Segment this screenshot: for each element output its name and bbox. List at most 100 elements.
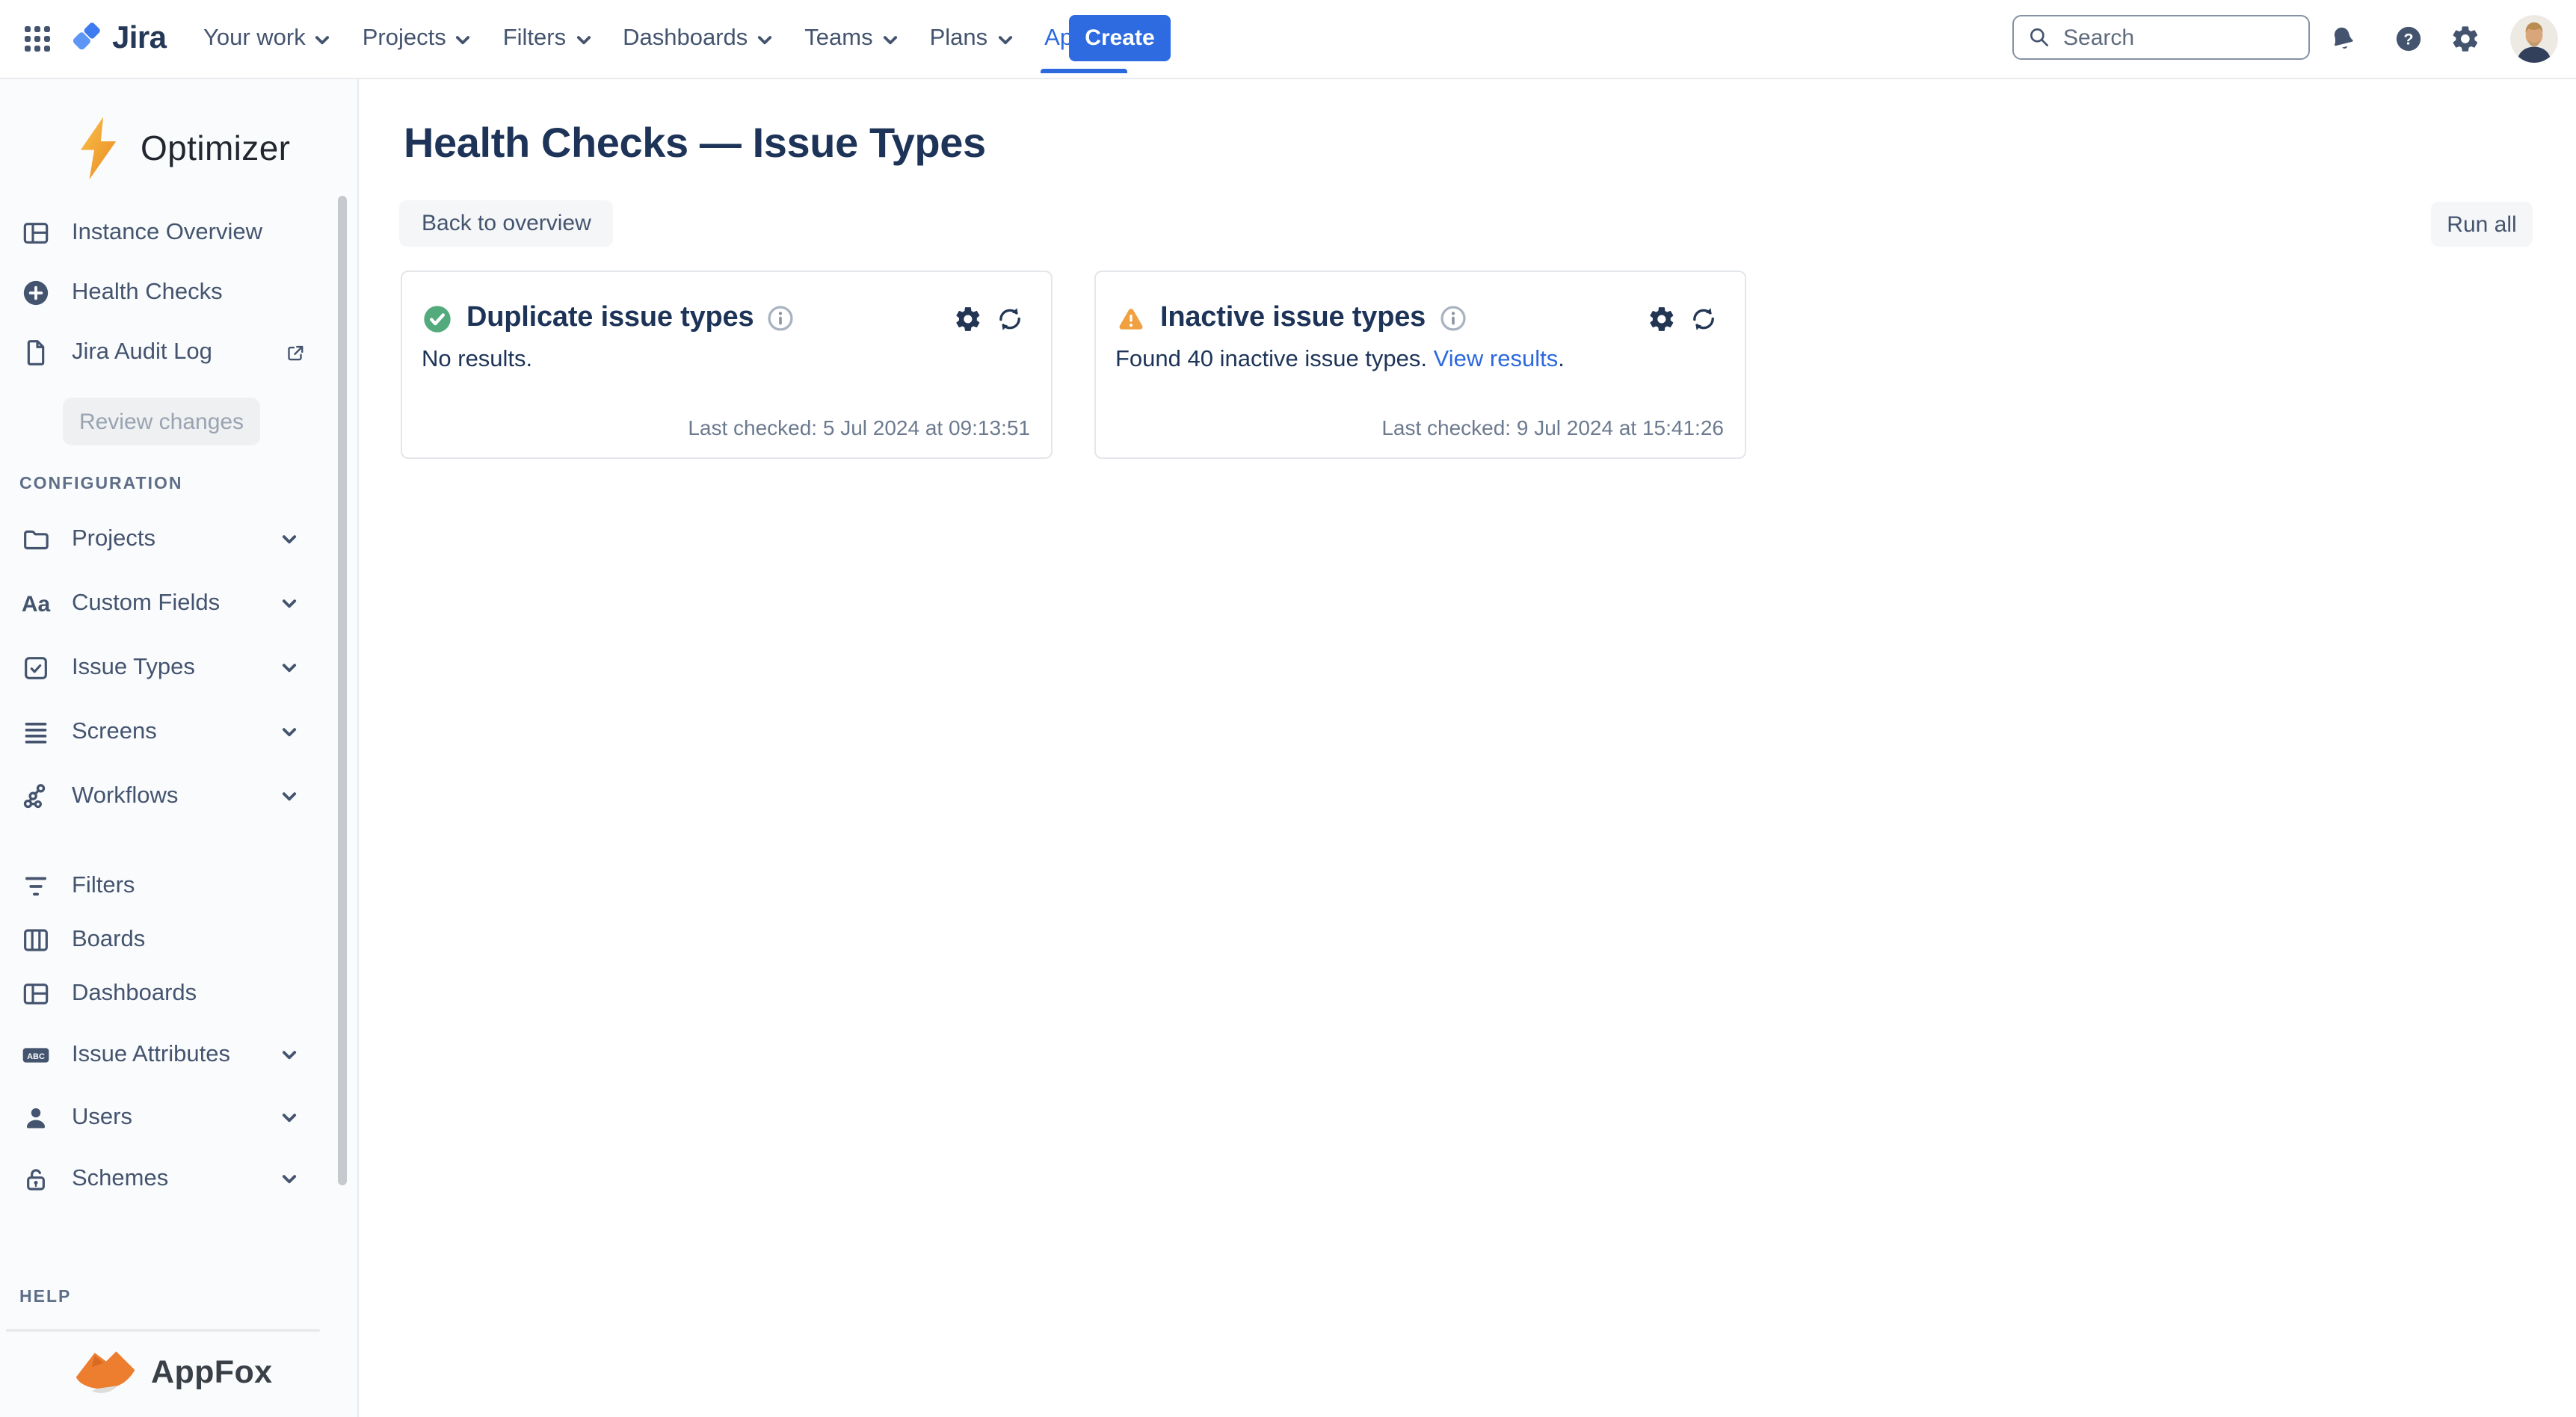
chevron-down-icon (281, 534, 298, 546)
page-title: Health Checks — Issue Types (404, 120, 986, 167)
chevron-down-icon (281, 791, 298, 803)
sidebar-item-filters[interactable]: Filters (0, 858, 321, 913)
sidebar-item-label: Screens (72, 719, 157, 746)
last-checked-timestamp: Last checked: 5 Jul 2024 at 09:13:51 (688, 416, 1030, 439)
review-changes-button[interactable]: Review changes (63, 398, 260, 445)
optimizer-logo-text: Optimizer (141, 129, 290, 169)
sidebar-item-workflows[interactable]: Workflows (0, 767, 321, 827)
global-search (2012, 15, 2310, 60)
nav-item-label: Your work (203, 25, 306, 52)
help-section-heading: HELP (19, 1288, 71, 1306)
settings-gear-icon[interactable] (2450, 24, 2480, 54)
back-to-overview-button[interactable]: Back to overview (399, 200, 614, 247)
chevron-down-icon (281, 1173, 298, 1185)
sidebar-item-schemes[interactable]: Schemes (0, 1149, 321, 1209)
configuration-section-heading: CONFIGURATION (19, 475, 183, 493)
layout-panel-icon (21, 218, 51, 248)
sidebar-item-label: Projects (72, 526, 155, 553)
sidebar-item-screens[interactable]: Screens (0, 703, 321, 762)
unlock-icon (21, 1164, 51, 1194)
health-check-cards: Duplicate issue types No results. Last c… (401, 271, 1746, 459)
filter-icon (21, 871, 51, 901)
nav-item-teams[interactable]: Teams (804, 25, 898, 52)
card-rerun-refresh-icon[interactable] (1689, 304, 1718, 333)
app-switcher-icon[interactable] (24, 25, 51, 52)
notifications-bell-icon[interactable] (2328, 24, 2358, 54)
sidebar-item-boards[interactable]: Boards (0, 912, 321, 967)
user-avatar[interactable] (2510, 15, 2558, 63)
sidebar-item-label: Schemes (72, 1166, 168, 1193)
sidebar-item-label: Jira Audit Log (72, 339, 212, 366)
jira-logo[interactable]: Jira (69, 21, 166, 57)
folder-icon (21, 525, 51, 555)
last-checked-timestamp: Last checked: 9 Jul 2024 at 15:41:26 (1381, 416, 1724, 439)
nav-item-plans[interactable]: Plans (930, 25, 1014, 52)
sidebar-item-label: Health Checks (72, 280, 223, 306)
sidebar-item-issue-types[interactable]: Issue Types (0, 638, 321, 698)
nav-item-label: Plans (930, 25, 988, 52)
sidebar-item-label: Filters (72, 872, 135, 899)
columns-icon (21, 924, 51, 954)
sidebar-item-label: Users (72, 1105, 132, 1132)
result-text-suffix: . (1558, 347, 1565, 372)
nav-item-filters[interactable]: Filters (503, 25, 591, 52)
layout-panel-icon (21, 978, 51, 1008)
view-results-link[interactable]: View results (1434, 347, 1559, 372)
chevron-down-icon (575, 34, 591, 46)
info-icon[interactable] (767, 305, 794, 332)
chevron-down-icon (281, 726, 298, 738)
chevron-down-icon (882, 34, 899, 46)
chevron-down-icon (281, 662, 298, 674)
main-content: Health Checks — Issue Types Back to over… (359, 79, 2576, 1417)
sidebar-item-projects[interactable]: Projects (0, 510, 321, 569)
jira-logo-icon (69, 22, 102, 55)
external-link-icon (284, 342, 306, 364)
sidebar-item-label: Boards (72, 926, 145, 953)
sidebar-item-users[interactable]: Users (0, 1088, 321, 1148)
run-all-button[interactable]: Run all (2431, 202, 2533, 247)
sidebar-scrollbar[interactable] (338, 196, 347, 1185)
sidebar-item-dashboards[interactable]: Dashboards (0, 966, 321, 1021)
sidebar-item-issue-attributes[interactable]: ABC Issue Attributes (0, 1025, 321, 1085)
sidebar-item-jira-audit-log[interactable]: Jira Audit Log (0, 323, 321, 383)
nav-item-label: Teams (804, 25, 872, 52)
health-check-card-duplicate-issue-types: Duplicate issue types No results. Last c… (401, 271, 1053, 459)
chevron-down-icon (281, 598, 298, 610)
checkbox-icon (21, 653, 51, 683)
chevron-down-icon (996, 34, 1013, 46)
sidebar-item-custom-fields[interactable]: Aa Custom Fields (0, 574, 321, 634)
search-input[interactable] (2012, 15, 2310, 60)
abc-badge-icon: ABC (21, 1040, 51, 1070)
card-settings-gear-icon[interactable] (1648, 304, 1676, 333)
card-settings-gear-icon[interactable] (954, 304, 982, 333)
card-header: Duplicate issue types (423, 302, 1024, 335)
nav-item-label: Filters (503, 25, 566, 52)
sidebar-item-instance-overview[interactable]: Instance Overview (0, 203, 321, 263)
nav-item-dashboards[interactable]: Dashboards (623, 25, 773, 52)
lightning-bolt-icon (73, 115, 123, 182)
nav-item-label: Projects (363, 25, 446, 52)
sidebar-item-health-checks[interactable]: Health Checks (0, 263, 321, 323)
svg-text:ABC: ABC (27, 1052, 45, 1061)
chevron-down-icon (281, 1112, 298, 1124)
nav-item-your-work[interactable]: Your work (203, 25, 331, 52)
appfox-logo-text: AppFox (151, 1353, 272, 1391)
sidebar-divider (6, 1329, 320, 1332)
rows-icon (21, 717, 51, 747)
optimizer-sidebar: Optimizer Instance Overview Health Check… (0, 79, 359, 1417)
app-window: Jira Your work Projects Filters Dashboar… (0, 0, 2576, 1417)
info-icon[interactable] (1439, 305, 1466, 332)
sidebar-item-label: Issue Attributes (72, 1042, 230, 1069)
help-icon[interactable]: ? (2394, 24, 2424, 54)
workflow-icon (21, 782, 51, 812)
sidebar-item-label: Instance Overview (72, 220, 262, 247)
person-icon (21, 1103, 51, 1133)
text-style-icon: Aa (19, 591, 52, 617)
appfox-logo: AppFox (72, 1342, 272, 1402)
sidebar-item-label: Custom Fields (72, 590, 220, 617)
nav-item-projects[interactable]: Projects (363, 25, 472, 52)
create-button[interactable]: Create (1069, 15, 1171, 61)
sidebar-item-label: Dashboards (72, 980, 197, 1007)
card-rerun-refresh-icon[interactable] (996, 304, 1024, 333)
result-text: Found 40 inactive issue types. (1115, 347, 1434, 372)
